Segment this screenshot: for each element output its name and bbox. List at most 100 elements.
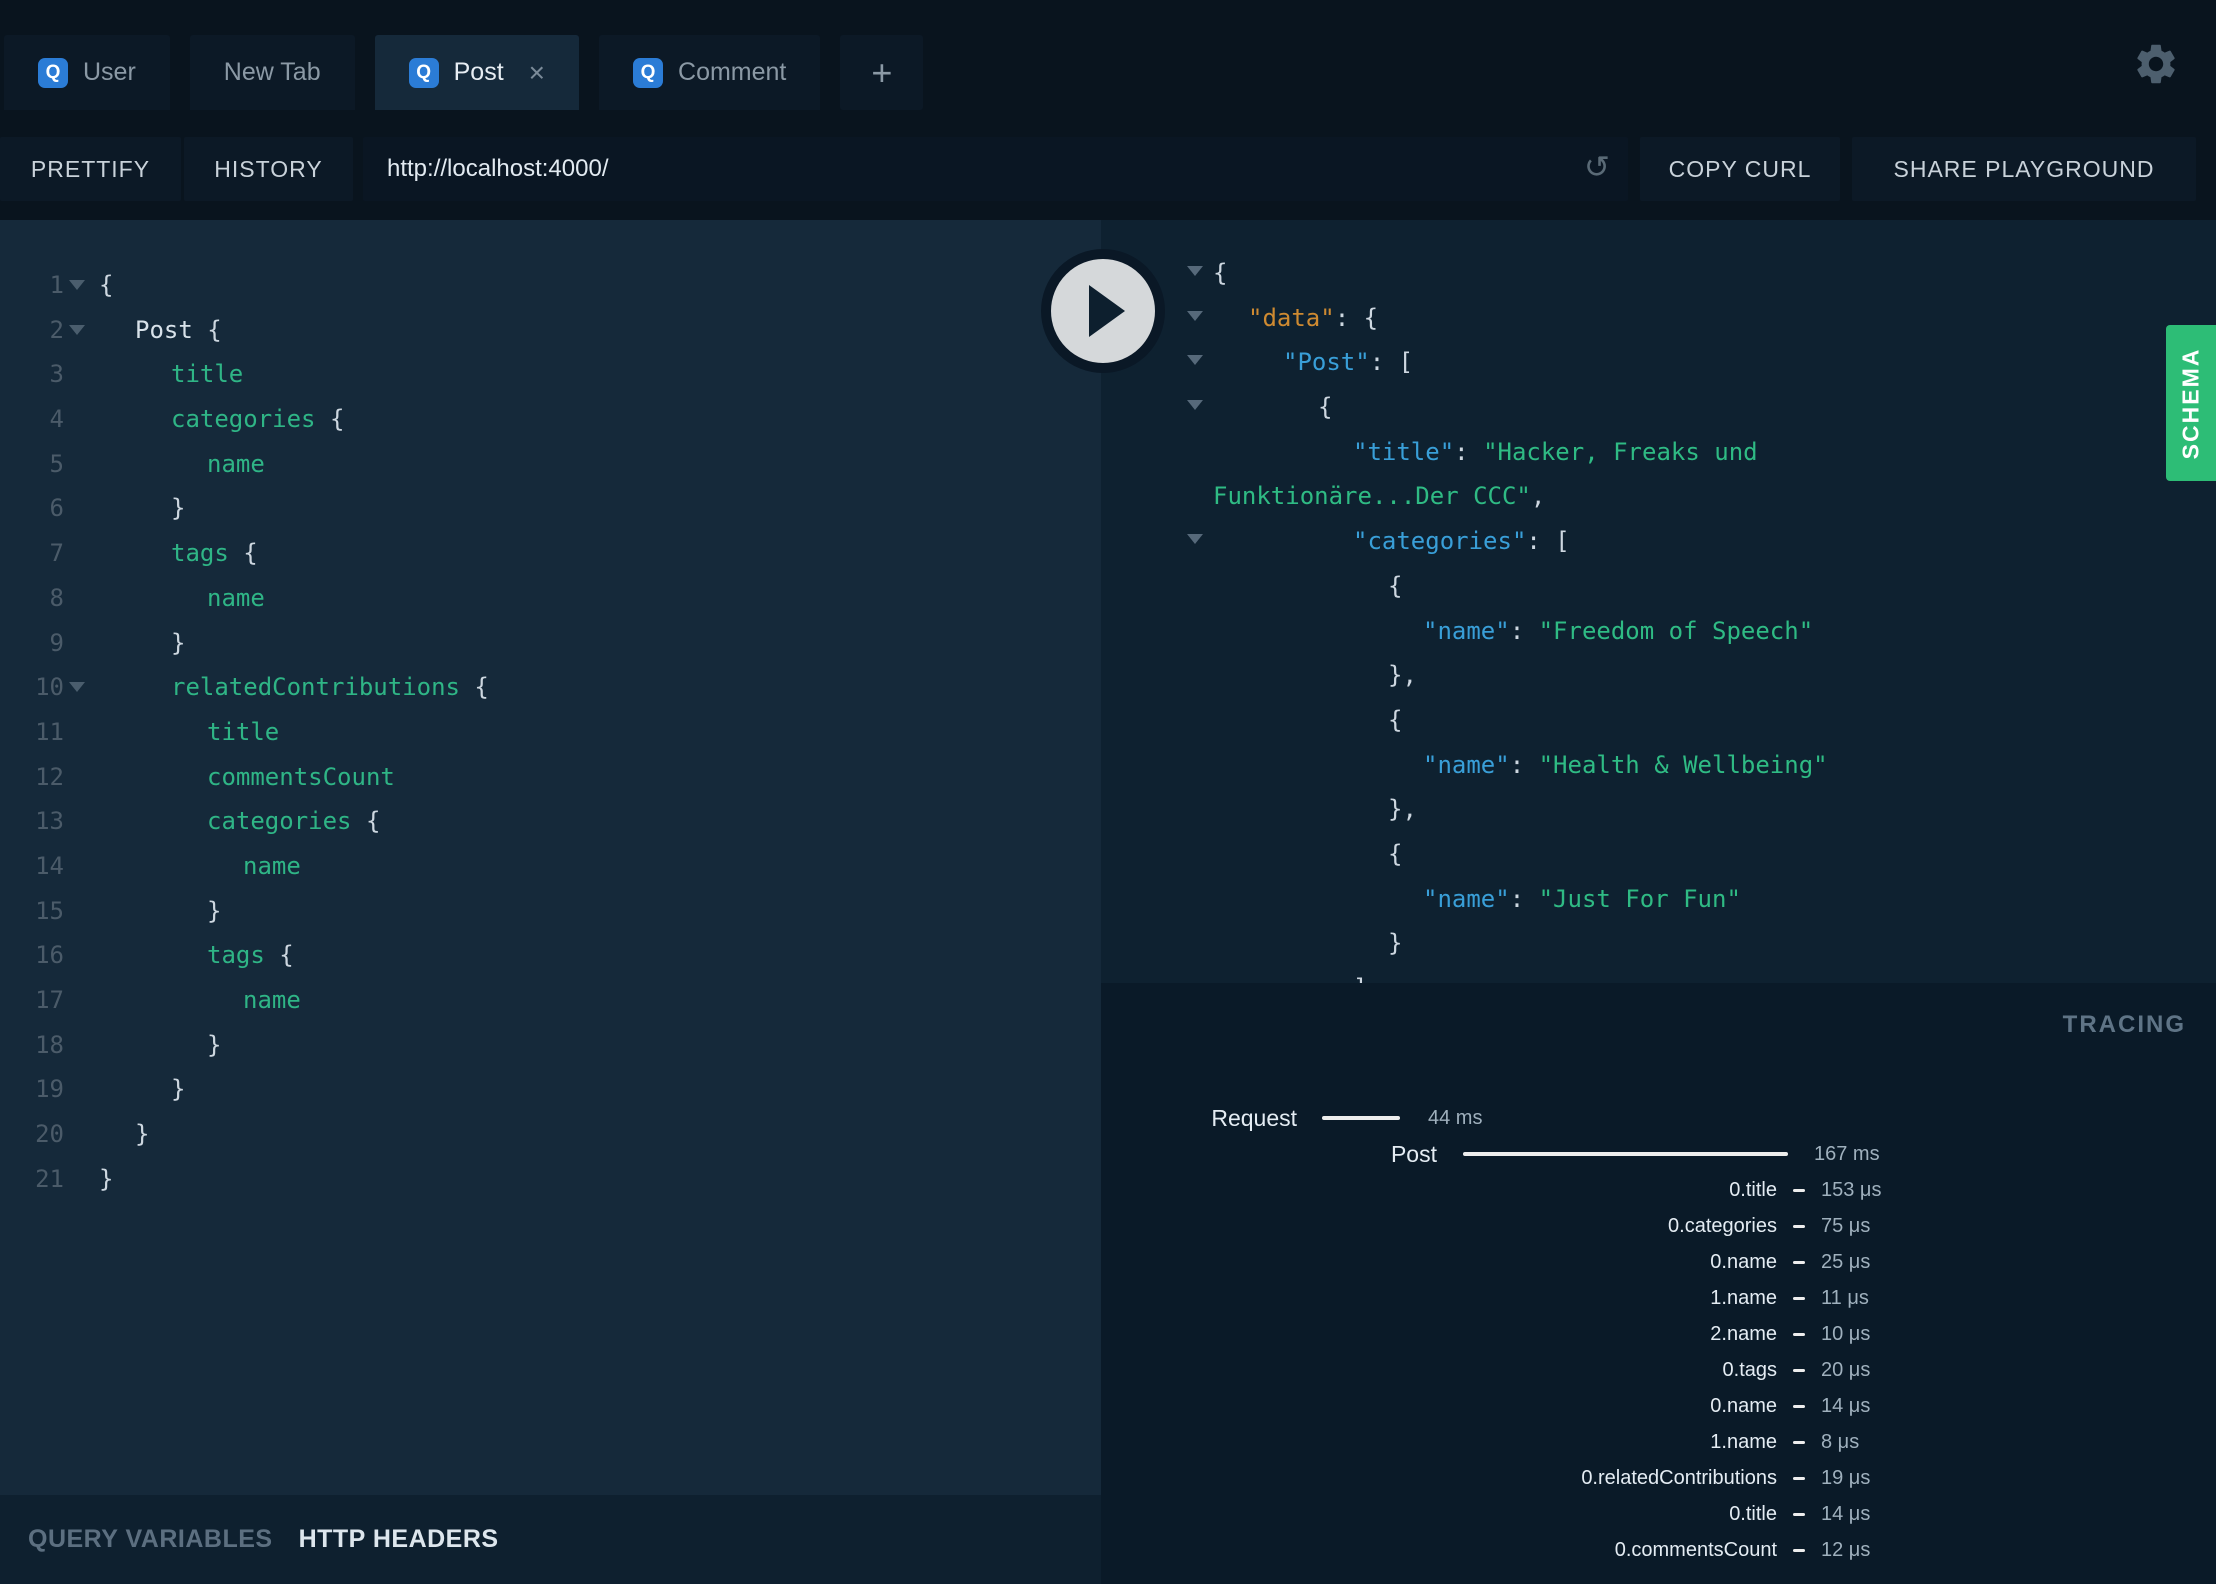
trace-time: 12 μs	[1821, 1538, 1871, 1561]
copy-curl-button[interactable]: COPY CURL	[1640, 137, 1840, 201]
json-text: "title": "Hacker, Freaks und	[1101, 438, 1758, 466]
code-token: name	[243, 986, 301, 1014]
add-tab-button[interactable]: +	[840, 35, 924, 110]
tab-post[interactable]: Q Post ×	[374, 35, 580, 110]
response-line: "title": "Hacker, Freaks und	[1101, 430, 2216, 475]
code-line[interactable]: 5 name	[0, 442, 1101, 487]
prettify-button[interactable]: PRETTIFY	[0, 137, 181, 201]
json-token: },	[1388, 795, 1417, 824]
endpoint-url-input[interactable]	[363, 137, 1628, 201]
http-headers-tab[interactable]: HTTP HEADERS	[299, 1525, 499, 1554]
code-line[interactable]: 3 title	[0, 352, 1101, 397]
top-bar: Q User New Tab Q Post × Q Comment + PRET…	[0, 0, 2216, 220]
fold-column[interactable]	[64, 308, 99, 353]
schema-side-tab[interactable]: SCHEMA	[2166, 325, 2216, 481]
fold-column	[64, 1112, 99, 1157]
code-line[interactable]: 17 name	[0, 978, 1101, 1023]
trace-bar	[1463, 1152, 1788, 1156]
code-line[interactable]: 6 }	[0, 486, 1101, 531]
code-line[interactable]: 15 }	[0, 889, 1101, 934]
code-line[interactable]: 21 }	[0, 1157, 1101, 1202]
code-line[interactable]: 10 relatedContributions {	[0, 665, 1101, 710]
json-token: "Hacker, Freaks und	[1483, 437, 1758, 466]
fold-column[interactable]	[64, 665, 99, 710]
fold-column	[64, 755, 99, 800]
query-editor[interactable]: 1 { 2 Post { 3 title 4 categories { 5 na…	[0, 220, 1101, 1495]
trace-bar	[1793, 1332, 1805, 1336]
code-line[interactable]: 4 categories {	[0, 397, 1101, 442]
response-line: "name": "Health & Wellbeing"	[1101, 743, 2216, 788]
tab-comment[interactable]: Q Comment	[599, 35, 821, 110]
code-token: }	[171, 628, 186, 657]
fold-column[interactable]	[64, 263, 99, 308]
code-token: name	[207, 583, 265, 612]
line-number: 4	[49, 405, 64, 434]
play-icon	[1089, 285, 1125, 337]
code-line[interactable]: 12 commentsCount	[0, 755, 1101, 800]
trace-bar	[1793, 1548, 1805, 1552]
trace-time: 14 μs	[1821, 1394, 1871, 1417]
code-text: {	[99, 263, 113, 308]
json-token: : [	[1526, 527, 1570, 556]
tracing-panel: TRACING Request 44 ms Post 167 ms 0.titl…	[1101, 983, 2216, 1584]
code-line[interactable]: 16 tags {	[0, 933, 1101, 978]
trace-label: 0.name	[1710, 1250, 1777, 1273]
code-line[interactable]: 18 }	[0, 1023, 1101, 1068]
fold-column	[64, 576, 99, 621]
json-text: {	[1101, 393, 1332, 421]
tab-new-tab[interactable]: New Tab	[189, 35, 355, 110]
trace-bar	[1793, 1260, 1805, 1264]
trace-time: 167 ms	[1814, 1142, 1880, 1165]
code-line[interactable]: 7 tags {	[0, 531, 1101, 576]
code-line[interactable]: 13 categories {	[0, 799, 1101, 844]
json-token: {	[1213, 259, 1228, 287]
execute-query-button[interactable]	[1041, 249, 1165, 373]
reload-icon[interactable]: ↺	[1584, 150, 1610, 186]
json-token: {	[1318, 393, 1333, 422]
code-line[interactable]: 9 }	[0, 621, 1101, 666]
code-line[interactable]: 20 }	[0, 1112, 1101, 1157]
trace-label: 0.commentsCount	[1614, 1538, 1777, 1561]
code-text: }	[99, 1112, 149, 1157]
trace-label: Request	[1211, 1104, 1297, 1131]
json-token: {	[1388, 571, 1403, 600]
trace-label: 1.name	[1710, 1286, 1777, 1309]
tab-user[interactable]: Q User	[4, 35, 170, 110]
share-playground-button[interactable]: SHARE PLAYGROUND	[1852, 137, 2196, 201]
line-number: 6	[49, 494, 64, 523]
code-token: }	[207, 896, 222, 925]
line-number: 14	[35, 851, 64, 880]
response-line: "name": "Just For Fun"	[1101, 877, 2216, 922]
history-button[interactable]: HISTORY	[184, 137, 353, 201]
code-token: tags	[207, 941, 265, 970]
json-text: ]	[1101, 974, 1367, 983]
trace-time: 75 μs	[1821, 1214, 1871, 1237]
code-line[interactable]: 2 Post {	[0, 308, 1101, 353]
json-token: "Post"	[1283, 348, 1370, 377]
code-line[interactable]: 8 name	[0, 576, 1101, 621]
code-line[interactable]: 14 name	[0, 844, 1101, 889]
settings-gear-icon[interactable]	[2132, 40, 2180, 88]
json-token: "categories"	[1353, 527, 1527, 556]
code-line[interactable]: 19 }	[0, 1067, 1101, 1112]
code-token: name	[207, 449, 265, 478]
query-variables-tab[interactable]: QUERY VARIABLES	[28, 1525, 273, 1554]
query-badge-icon: Q	[38, 57, 68, 88]
fold-column	[64, 1067, 99, 1112]
code-text: }	[99, 1023, 221, 1068]
code-line[interactable]: 1 {	[0, 263, 1101, 308]
trace-row: 1.name 8 μs	[1101, 1424, 2216, 1460]
fold-column	[64, 531, 99, 576]
trace-row: 0.categories 75 μs	[1101, 1208, 2216, 1244]
code-text: name	[99, 442, 265, 487]
code-line[interactable]: 11 title	[0, 710, 1101, 755]
fold-column	[64, 442, 99, 487]
close-tab-icon[interactable]: ×	[529, 58, 545, 87]
json-token: {	[1388, 705, 1403, 734]
json-token: Funktionäre...Der CCC"	[1213, 482, 1531, 511]
json-text: {	[1101, 706, 1402, 734]
trace-row: 0.name 25 μs	[1101, 1244, 2216, 1280]
code-text: }	[99, 1067, 185, 1112]
toolbar: PRETTIFY HISTORY ↺ COPY CURL SHARE PLAYG…	[0, 137, 2196, 201]
code-token: {	[192, 315, 222, 344]
